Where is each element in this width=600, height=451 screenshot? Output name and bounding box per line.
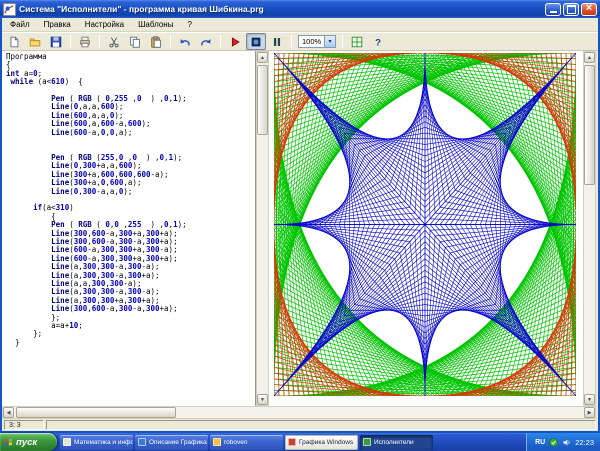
scroll-down-icon[interactable]: [257, 394, 268, 405]
pause-button[interactable]: [267, 33, 287, 50]
menubar: ФайлПравкаНастройкаШаблоны?: [2, 18, 598, 32]
task-icon: [363, 438, 371, 446]
menu-item-4[interactable]: ?: [180, 19, 198, 30]
code-line: };: [6, 330, 255, 338]
code-editor[interactable]: Программа{int a=0; while (a<610) { Pen (…: [2, 51, 256, 406]
task-button-4[interactable]: Исполнители: [360, 435, 433, 450]
scroll-up-icon[interactable]: [584, 52, 595, 63]
help-button[interactable]: ?: [368, 33, 388, 50]
clock[interactable]: 22:23: [575, 438, 594, 447]
new-button[interactable]: [4, 33, 24, 50]
save-button[interactable]: [46, 33, 66, 50]
undo-button[interactable]: [175, 33, 195, 50]
copy-button[interactable]: [125, 33, 145, 50]
windows-flag-icon: [4, 438, 13, 447]
scrollbar-thumb[interactable]: [257, 65, 268, 135]
scrollbar-track[interactable]: [257, 63, 268, 394]
task-button-2[interactable]: roboven: [210, 435, 283, 450]
code-line: a=a+10;: [6, 322, 255, 330]
code-line: Программа: [6, 53, 255, 61]
screen: Система "Исполнители" - программа кривая…: [0, 0, 600, 451]
cursor-position: 3: 3: [4, 420, 44, 430]
maximize-button[interactable]: [563, 3, 579, 16]
zoom-value: 100%: [302, 37, 321, 46]
client-area: Программа{int a=0; while (a<610) { Pen (…: [2, 51, 598, 419]
toolbar-separator: [220, 35, 221, 48]
system-tray: RU 22:23: [526, 433, 600, 451]
task-label: roboven: [224, 439, 248, 446]
toolbar-separator: [342, 35, 343, 48]
graphics-panel: [269, 51, 583, 406]
scroll-down-icon[interactable]: [584, 394, 595, 405]
status-fill: [46, 420, 596, 430]
window-body: ФайлПравкаНастройкаШаблоны? 100%? Програ…: [2, 18, 598, 431]
scroll-right-icon[interactable]: [584, 407, 595, 418]
code-line: [6, 137, 255, 145]
tray-shield-icon[interactable]: [549, 438, 558, 447]
zoom-select[interactable]: 100%: [298, 35, 336, 48]
scroll-left-icon[interactable]: [3, 407, 14, 418]
code-line: Line(0,300-a,a,0);: [6, 188, 255, 196]
curve-drawing: [274, 53, 576, 396]
task-label: Описание Графика ...: [149, 439, 208, 446]
close-button[interactable]: [581, 3, 597, 16]
print-button[interactable]: [75, 33, 95, 50]
statusbar: 3: 3: [2, 419, 598, 431]
toolbar-separator: [70, 35, 71, 48]
code-line: Line(600-a,0,0,a);: [6, 129, 255, 137]
task-button-1[interactable]: Описание Графика ...: [135, 435, 208, 450]
open-button[interactable]: [25, 33, 45, 50]
minimize-button[interactable]: [545, 3, 561, 16]
curve-pass-blue: [274, 53, 576, 396]
menu-item-0[interactable]: Файл: [3, 19, 37, 30]
taskbar: пуск Математика и инфо... Описание График…: [0, 433, 600, 451]
task-label: Графика Windows: [299, 439, 353, 446]
code-line: }: [6, 339, 255, 347]
editor-scrollbar[interactable]: [256, 51, 269, 406]
code-line: {: [6, 61, 255, 69]
redo-button[interactable]: [196, 33, 216, 50]
stop-button[interactable]: [246, 33, 266, 50]
app-icon: [3, 3, 16, 16]
start-button[interactable]: пуск: [0, 433, 57, 451]
window-title: Система "Исполнители" - программа кривая…: [19, 4, 542, 14]
app-window: Система "Исполнители" - программа кривая…: [0, 0, 600, 433]
cut-button[interactable]: [104, 33, 124, 50]
task-icon: [138, 438, 146, 446]
menu-item-2[interactable]: Настройка: [78, 19, 131, 30]
scroll-up-icon[interactable]: [257, 52, 268, 63]
task-label: Математика и инфо...: [74, 439, 133, 446]
window-controls: [545, 3, 597, 16]
task-icon: [288, 438, 296, 446]
hscrollbar[interactable]: [2, 406, 596, 419]
toolbar-separator: [99, 35, 100, 48]
grid-button[interactable]: [347, 33, 367, 50]
scrollbar-thumb[interactable]: [584, 65, 595, 185]
task-button-3[interactable]: Графика Windows: [285, 435, 358, 450]
scrollbar-track[interactable]: [14, 407, 584, 418]
chevron-down-icon[interactable]: [324, 36, 335, 47]
task-icon: [213, 438, 221, 446]
menu-item-1[interactable]: Правка: [37, 19, 78, 30]
titlebar[interactable]: Система "Исполнители" - программа кривая…: [0, 0, 600, 18]
task-buttons: Математика и инфо... Описание Графика ...…: [60, 435, 433, 450]
scrollbar-track[interactable]: [584, 63, 595, 394]
task-icon: [63, 438, 71, 446]
language-indicator[interactable]: RU: [535, 439, 545, 446]
canvas-vscrollbar[interactable]: [583, 51, 596, 406]
tray-volume-icon[interactable]: [562, 438, 571, 447]
toolbar-separator: [291, 35, 292, 48]
toolbar: 100%?: [2, 32, 598, 51]
menu-item-3[interactable]: Шаблоны: [131, 19, 180, 30]
svg-text:?: ?: [375, 37, 381, 48]
task-button-0[interactable]: Математика и инфо...: [60, 435, 133, 450]
scrollbar-thumb[interactable]: [16, 407, 176, 418]
task-label: Исполнители: [374, 439, 414, 446]
start-label: пуск: [16, 437, 37, 448]
toolbar-separator: [170, 35, 171, 48]
code-line: while (a<610) {: [6, 78, 255, 86]
run-button[interactable]: [225, 33, 245, 50]
paste-button[interactable]: [146, 33, 166, 50]
